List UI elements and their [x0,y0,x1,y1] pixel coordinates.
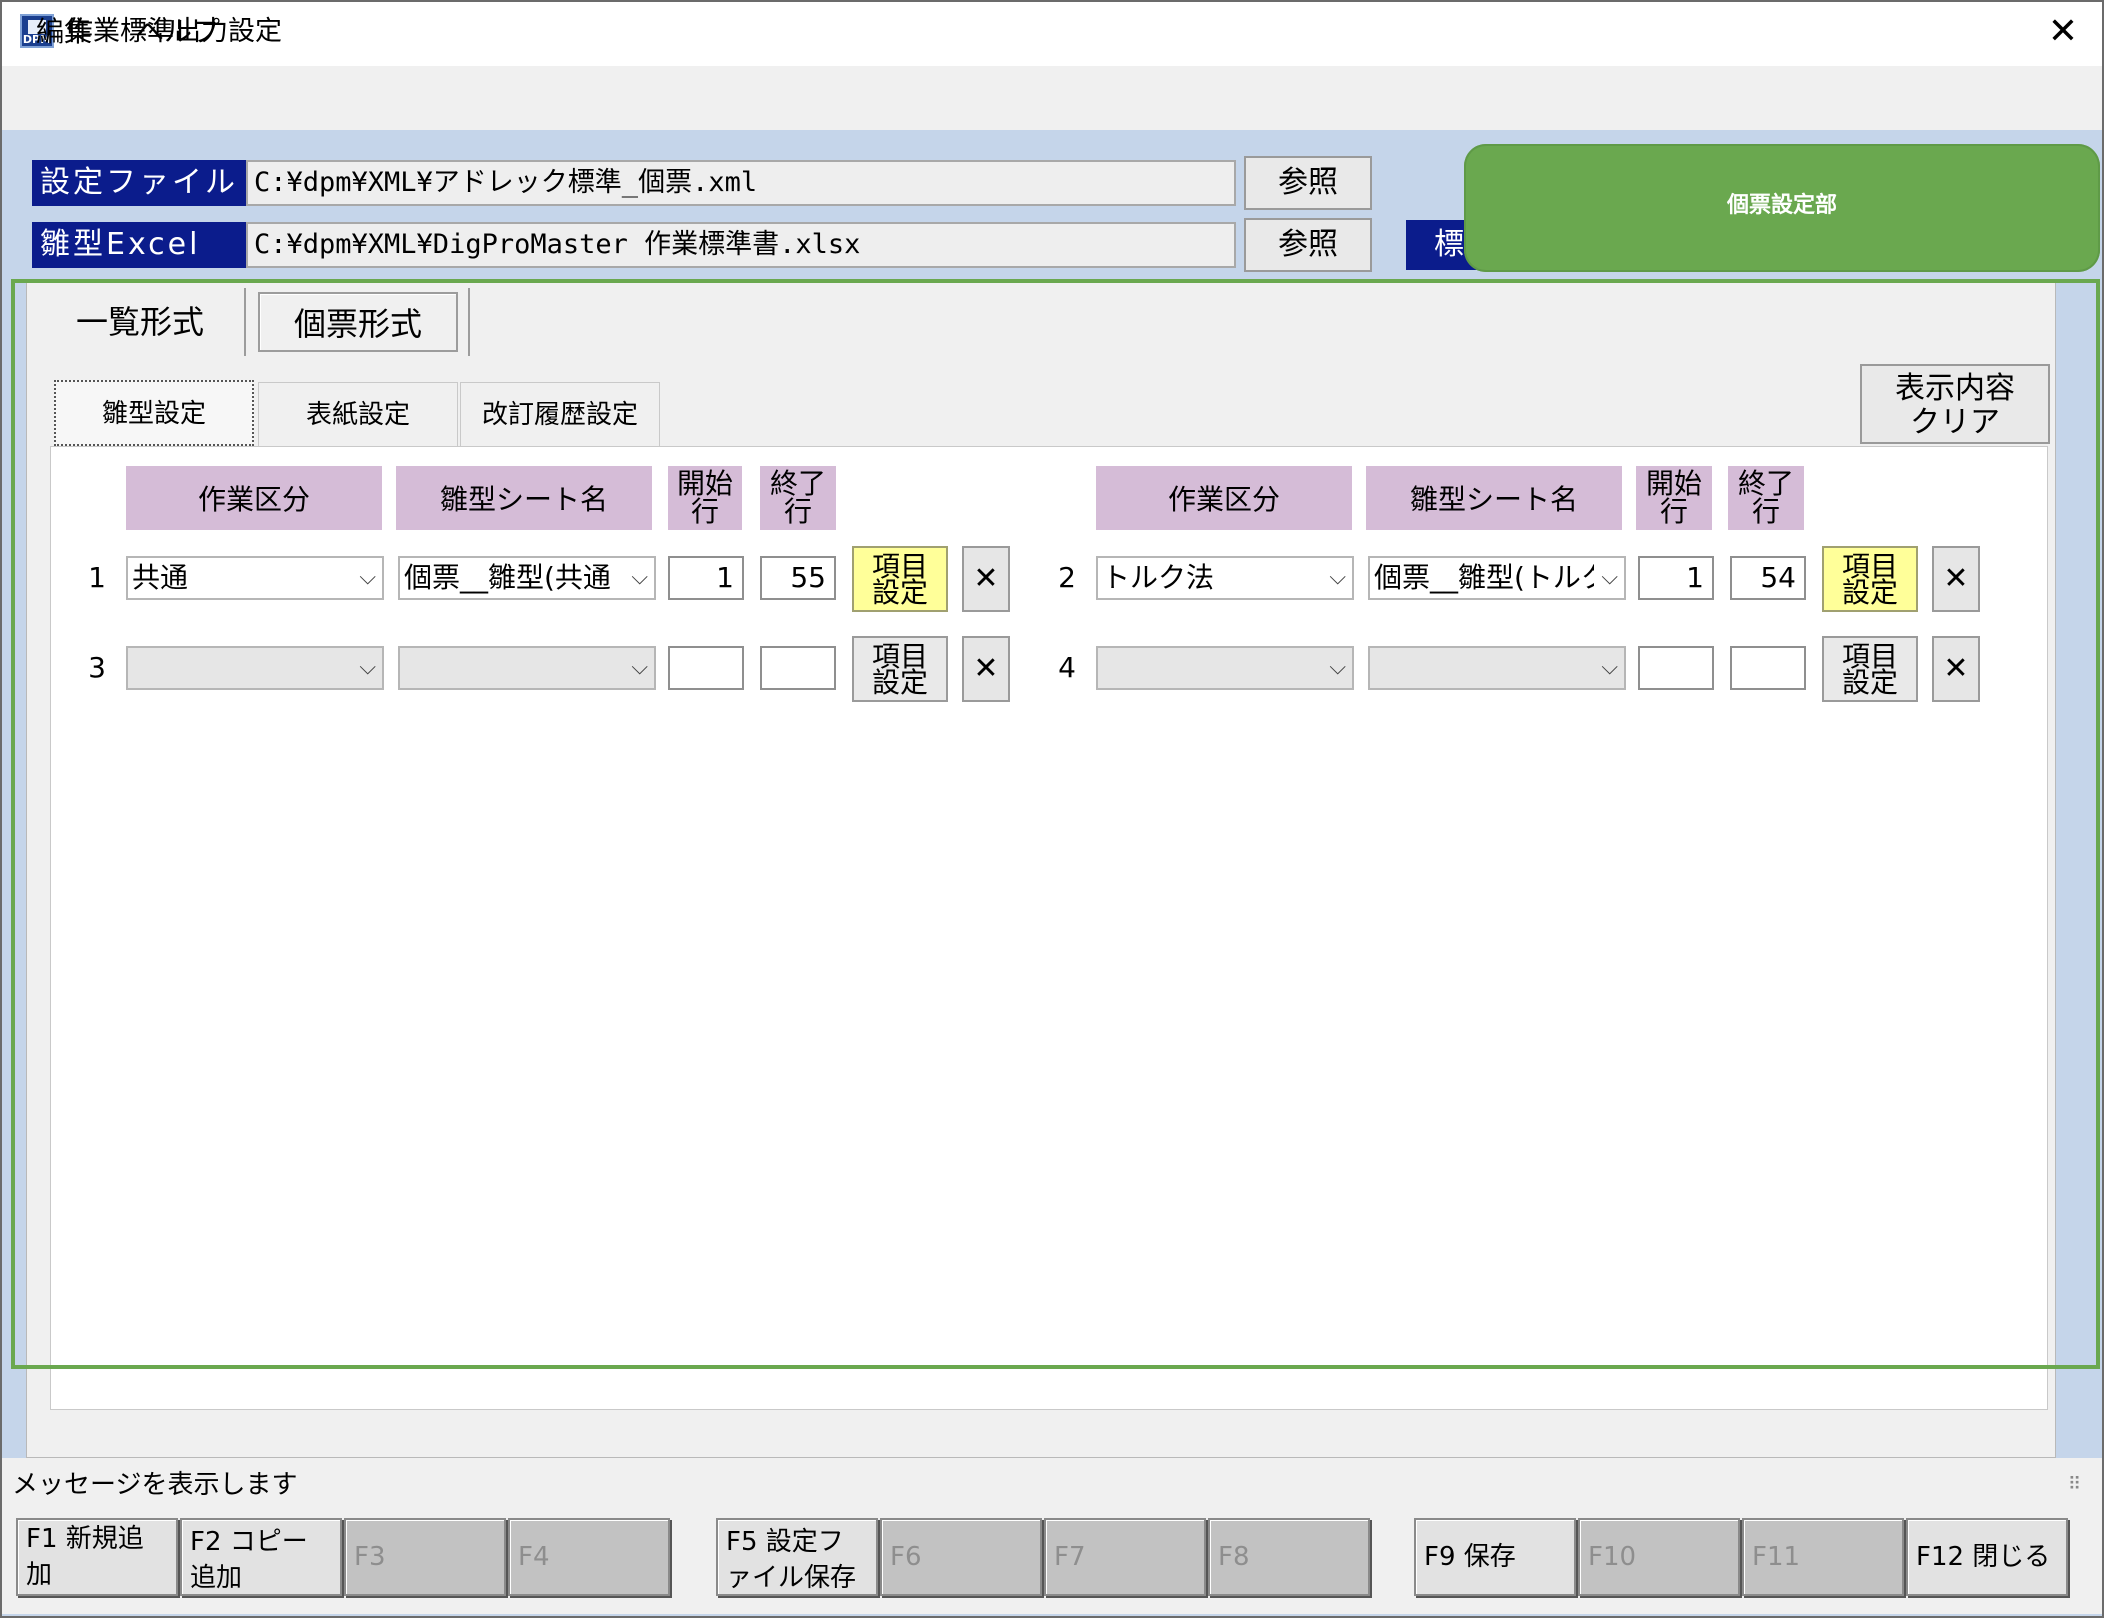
chevron-down-icon: ⌵ [631,655,648,680]
chevron-down-icon: ⌵ [1601,565,1618,590]
setting-file-label: 設定ファイル [32,160,246,206]
item-settings-button[interactable]: 項目 設定 [1822,636,1918,702]
chevron-down-icon: ⌵ [631,565,648,590]
f10-button: F10 [1578,1518,1740,1596]
template-excel-label: 雛型Excel [32,222,246,268]
subtab-template-settings[interactable]: 雛型設定 [54,380,254,446]
start-row-input[interactable]: 1 [668,556,744,600]
item-settings-button[interactable]: 項目 設定 [852,636,948,702]
col-header-category: 作業区分 [1096,466,1352,530]
f5-save-setting-file-button[interactable]: F5 設定ファイル保存 [716,1518,878,1596]
end-row-line1: 終了 [1737,467,1794,500]
row-number: 1 [88,561,106,594]
start-row-line1: 開始 [1645,467,1702,500]
clear-display-button[interactable]: 表示内容 クリア [1860,364,2050,444]
category-select[interactable]: トルク法 ⌵ [1096,556,1354,600]
category-select[interactable]: ⌵ [1096,646,1354,690]
end-row-input[interactable] [760,646,836,690]
ticket-settings-callout: 個票設定部 [1464,144,2100,272]
col-header-start-row: 開始 行 [668,466,742,530]
start-row-line2: 行 [1659,495,1688,528]
category-select[interactable]: 共通 ⌵ [126,556,384,600]
row-number: 3 [88,651,106,684]
chevron-down-icon: ⌵ [1329,655,1346,680]
f4-button: F4 [508,1518,670,1596]
end-row-line2: 行 [783,495,812,528]
sheet-name-value: 個票__雛型(トルク [1374,561,1594,594]
tab-list-format[interactable]: 一覧形式 [40,292,240,352]
item-settings-line2: 設定 [871,666,928,699]
f8-button: F8 [1208,1518,1370,1596]
sheet-name-select[interactable]: 個票__雛型(共通 ⌵ [398,556,656,600]
f11-button: F11 [1742,1518,1904,1596]
sheet-name-value: 個票__雛型(共通 [404,561,611,594]
row-number: 2 [1058,561,1076,594]
clear-button-line1: 表示内容 [1895,371,2015,406]
chevron-down-icon: ⌵ [1329,565,1346,590]
f1-new-button[interactable]: F1 新規追加 [16,1518,178,1596]
menu-help[interactable]: ヘルプ [136,12,220,52]
chevron-down-icon: ⌵ [1601,655,1618,680]
sheet-name-select[interactable]: ⌵ [398,646,656,690]
chevron-down-icon: ⌵ [359,565,376,590]
setting-file-path[interactable]: C:¥dpm¥XML¥アドレック標準_個票.xml [246,160,1236,206]
tab-divider [468,288,470,356]
status-message: メッセージを表示します [12,1470,298,1500]
item-settings-line2: 設定 [1841,666,1898,699]
title-bar [2,2,2102,66]
end-row-line2: 行 [1751,495,1780,528]
item-settings-button[interactable]: 項目 設定 [1822,546,1918,612]
item-settings-line2: 設定 [1841,576,1898,609]
category-select[interactable]: ⌵ [126,646,384,690]
menu-bar [2,66,2102,130]
end-row-line1: 終了 [769,467,826,500]
delete-row-button[interactable]: ✕ [1932,636,1980,702]
delete-row-button[interactable]: ✕ [962,546,1010,612]
end-row-input[interactable] [1730,646,1806,690]
start-row-input[interactable]: 1 [1638,556,1714,600]
row-number: 4 [1058,651,1076,684]
col-header-start-row: 開始 行 [1636,466,1712,530]
col-header-sheet-name: 雛型シート名 [396,466,652,530]
col-header-end-row: 終了 行 [1728,466,1804,530]
sheet-name-select[interactable]: 個票__雛型(トルク ⌵ [1368,556,1626,600]
end-row-input[interactable]: 55 [760,556,836,600]
item-settings-button[interactable]: 項目 設定 [852,546,948,612]
f7-button: F7 [1044,1518,1206,1596]
delete-row-button[interactable]: ✕ [962,636,1010,702]
tab-divider [244,288,246,356]
status-bar [2,1458,2102,1514]
close-icon[interactable]: ✕ [2038,10,2088,54]
tab-ticket-format[interactable]: 個票形式 [258,292,458,352]
col-header-category: 作業区分 [126,466,382,530]
clear-button-line2: クリア [1910,405,2000,440]
f6-button: F6 [880,1518,1042,1596]
col-header-end-row: 終了 行 [760,466,836,530]
category-value: トルク法 [1102,561,1215,594]
template-excel-path[interactable]: C:¥dpm¥XML¥DigProMaster 作業標準書.xlsx [246,222,1236,268]
f12-close-button[interactable]: F12 閉じる [1906,1518,2068,1596]
f2-copy-button[interactable]: F2 コピー追加 [180,1518,342,1596]
browse-template-button[interactable]: 参照 [1244,218,1372,272]
start-row-input[interactable] [668,646,744,690]
col-header-sheet-name: 雛型シート名 [1366,466,1622,530]
item-settings-line2: 設定 [871,576,928,609]
start-row-line2: 行 [690,495,719,528]
resize-grip-icon[interactable]: ⠿ [2068,1474,2081,1495]
start-row-input[interactable] [1638,646,1714,690]
sheet-name-select[interactable]: ⌵ [1368,646,1626,690]
subtab-cover-settings[interactable]: 表紙設定 [258,382,458,446]
subtab-revision-settings[interactable]: 改訂履歴設定 [460,382,660,446]
category-value: 共通 [132,561,189,594]
start-row-line1: 開始 [676,467,733,500]
f3-button: F3 [344,1518,506,1596]
menu-edit[interactable]: 編集 [36,12,92,52]
f9-save-button[interactable]: F9 保存 [1414,1518,1576,1596]
chevron-down-icon: ⌵ [359,655,376,680]
end-row-input[interactable]: 54 [1730,556,1806,600]
browse-setting-button[interactable]: 参照 [1244,156,1372,210]
delete-row-button[interactable]: ✕ [1932,546,1980,612]
